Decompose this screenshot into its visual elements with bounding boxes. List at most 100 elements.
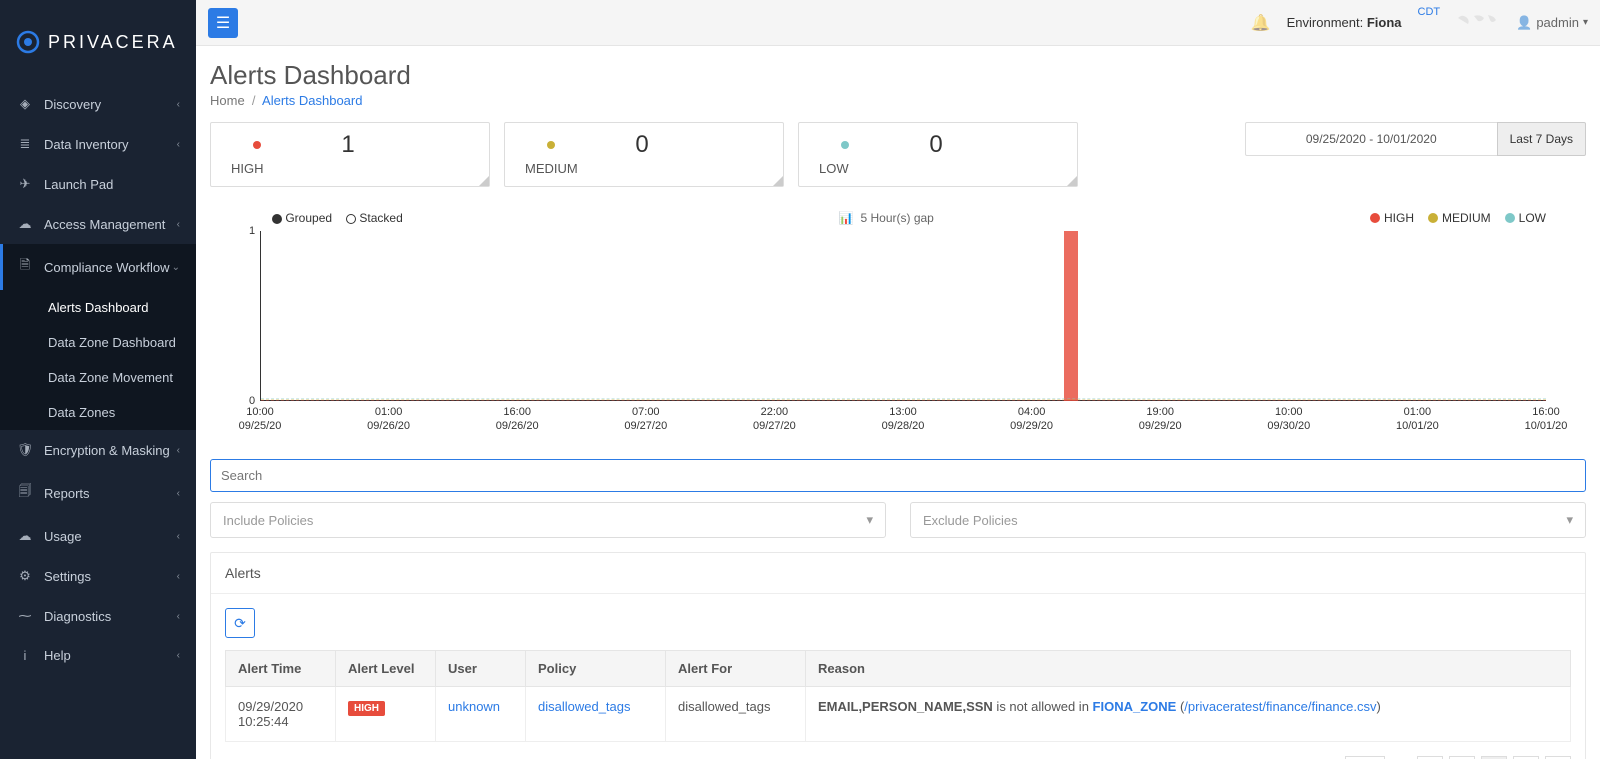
stat-label: LOW bbox=[813, 161, 1063, 176]
cell-policy: disallowed_tags bbox=[526, 687, 666, 742]
chevron-left-icon: ‹ bbox=[177, 219, 180, 230]
col-user[interactable]: User bbox=[436, 651, 526, 687]
legend-medium[interactable]: MEDIUM bbox=[1428, 211, 1491, 225]
chevron-left-icon: ‹ bbox=[177, 139, 180, 150]
nav-diagnostics[interactable]: ⁓Diagnostics‹ bbox=[0, 596, 196, 636]
breadcrumb-current[interactable]: Alerts Dashboard bbox=[262, 93, 362, 108]
cell-reason: EMAIL,PERSON_NAME,SSN is not allowed in … bbox=[806, 687, 1571, 742]
environment-label: Environment: Fiona bbox=[1287, 15, 1402, 30]
x-tick: 01:0010/01/20 bbox=[1396, 405, 1439, 434]
alerts-panel-title: Alerts bbox=[211, 553, 1585, 594]
brand-icon bbox=[16, 30, 40, 54]
caret-down-icon: ▾ bbox=[866, 512, 873, 528]
x-tick: 04:0009/29/20 bbox=[1010, 405, 1053, 434]
policy-link[interactable]: disallowed_tags bbox=[538, 699, 631, 714]
breadcrumb-home[interactable]: Home bbox=[210, 93, 245, 108]
chart-bar bbox=[1064, 231, 1078, 401]
sidebar-toggle-button[interactable]: ☰ bbox=[208, 8, 238, 38]
breadcrumb: Home / Alerts Dashboard bbox=[210, 93, 1586, 108]
date-preset-button[interactable]: Last 7 Days bbox=[1497, 122, 1586, 156]
nav-help[interactable]: iHelp‹ bbox=[0, 636, 196, 675]
stacked-radio[interactable]: Stacked bbox=[346, 211, 403, 225]
sub-alerts-dashboard[interactable]: Alerts Dashboard bbox=[0, 290, 196, 325]
col-alert-time[interactable]: Alert Time bbox=[226, 651, 336, 687]
nav-encryption-masking[interactable]: 🛡Encryption & Masking‹ bbox=[0, 430, 196, 470]
stat-card-medium[interactable]: 0 MEDIUM bbox=[504, 122, 784, 187]
sub-data-zone-dashboard[interactable]: Data Zone Dashboard bbox=[0, 325, 196, 360]
alerts-table: Alert Time Alert Level User Policy Alert… bbox=[225, 650, 1571, 742]
caret-down-icon: ▾ bbox=[1566, 512, 1573, 528]
level-badge: HIGH bbox=[348, 701, 385, 716]
cell-time: 09/29/2020 10:25:44 bbox=[226, 687, 336, 742]
nav-label: Discovery bbox=[44, 97, 101, 112]
x-tick: 16:0010/01/20 bbox=[1525, 405, 1568, 434]
nav-compliance-submenu: Alerts Dashboard Data Zone Dashboard Dat… bbox=[0, 290, 196, 430]
topbar: ☰ 🔔 Environment: Fiona CDT 👤 padmin ▾ bbox=[196, 0, 1600, 46]
stat-value: 0 bbox=[809, 131, 1063, 159]
x-tick: 01:0009/26/20 bbox=[367, 405, 410, 434]
chevron-left-icon: ‹ bbox=[177, 99, 180, 110]
chevron-left-icon: ‹ bbox=[177, 531, 180, 542]
sub-data-zones[interactable]: Data Zones bbox=[0, 395, 196, 430]
stat-label: MEDIUM bbox=[519, 161, 769, 176]
stat-card-high[interactable]: 1 HIGH bbox=[210, 122, 490, 187]
nav-reports[interactable]: 🗐Reports‹ bbox=[0, 470, 196, 516]
user-link[interactable]: unknown bbox=[448, 699, 500, 714]
x-tick: 22:0009/27/20 bbox=[753, 405, 796, 434]
gem-icon: ◈ bbox=[16, 96, 34, 112]
alerts-panel: Alerts ⟳ Alert Time Alert Level User Pol… bbox=[210, 552, 1586, 759]
brand-text: PRIVACERA bbox=[48, 32, 178, 53]
stat-label: HIGH bbox=[225, 161, 475, 176]
stat-value: 0 bbox=[515, 131, 769, 159]
chevron-left-icon: ‹ bbox=[177, 488, 180, 499]
grouped-radio[interactable]: Grouped bbox=[272, 211, 332, 225]
stat-value: 1 bbox=[221, 131, 475, 159]
page-title: Alerts Dashboard bbox=[210, 60, 1586, 91]
cloud-icon: ☁ bbox=[16, 216, 34, 232]
sidebar: PRIVACERA ◈Discovery‹ ≣Data Inventory‹ ✈… bbox=[0, 0, 196, 759]
legend-low[interactable]: LOW bbox=[1505, 211, 1546, 225]
document-icon: 🗎 bbox=[16, 256, 34, 278]
col-policy[interactable]: Policy bbox=[526, 651, 666, 687]
cell-user: unknown bbox=[436, 687, 526, 742]
nav-usage[interactable]: ☁Usage‹ bbox=[0, 516, 196, 556]
table-row: 09/29/2020 10:25:44 HIGH unknown disallo… bbox=[226, 687, 1571, 742]
lock-icon: 🛡 bbox=[16, 442, 34, 458]
nav-settings[interactable]: ⚙Settings‹ bbox=[0, 556, 196, 596]
sidebar-nav: ◈Discovery‹ ≣Data Inventory‹ ✈Launch Pad… bbox=[0, 84, 196, 759]
pulse-icon: ⁓ bbox=[16, 608, 34, 624]
x-tick: 16:0009/26/20 bbox=[496, 405, 539, 434]
chevron-down-icon: ⌄ bbox=[172, 262, 180, 273]
include-policies-select[interactable]: Include Policies▾ bbox=[210, 502, 886, 538]
legend-high[interactable]: HIGH bbox=[1370, 211, 1414, 225]
sub-data-zone-movement[interactable]: Data Zone Movement bbox=[0, 360, 196, 395]
col-alert-for[interactable]: Alert For bbox=[666, 651, 806, 687]
nav-label: Data Inventory bbox=[44, 137, 129, 152]
user-menu[interactable]: 👤 padmin ▾ bbox=[1516, 15, 1588, 31]
search-input[interactable] bbox=[210, 459, 1586, 492]
nav-access-management[interactable]: ☁Access Management‹ bbox=[0, 204, 196, 244]
chart-container: Grouped Stacked 📊 5 Hour(s) gap HIGH MED… bbox=[210, 211, 1586, 443]
chevron-left-icon: ‹ bbox=[177, 571, 180, 582]
nav-data-inventory[interactable]: ≣Data Inventory‹ bbox=[0, 124, 196, 164]
chart-gap-label: 5 Hour(s) gap bbox=[860, 211, 933, 225]
x-tick: 10:0009/30/20 bbox=[1267, 405, 1310, 434]
info-icon: i bbox=[16, 648, 34, 663]
path-link[interactable]: /privaceratest/finance/finance.csv bbox=[1184, 699, 1376, 714]
caret-down-icon: ▾ bbox=[1583, 17, 1588, 28]
cell-level: HIGH bbox=[336, 687, 436, 742]
cell-alert-for: disallowed_tags bbox=[666, 687, 806, 742]
col-alert-level[interactable]: Alert Level bbox=[336, 651, 436, 687]
nav-compliance-workflow[interactable]: 🗎Compliance Workflow⌄ bbox=[0, 244, 196, 290]
chart-plot: 1 0 bbox=[260, 231, 1546, 401]
nav-discovery[interactable]: ◈ Discovery ‹ bbox=[0, 84, 196, 124]
exclude-policies-select[interactable]: Exclude Policies▾ bbox=[910, 502, 1586, 538]
refresh-button[interactable]: ⟳ bbox=[225, 608, 255, 638]
stat-card-low[interactable]: 0 LOW bbox=[798, 122, 1078, 187]
date-range-input[interactable]: 09/25/2020 - 10/01/2020 bbox=[1245, 122, 1498, 156]
bell-icon[interactable]: 🔔 bbox=[1251, 13, 1271, 33]
user-icon: 👤 bbox=[1516, 15, 1532, 31]
col-reason[interactable]: Reason bbox=[806, 651, 1571, 687]
nav-launch-pad[interactable]: ✈Launch Pad bbox=[0, 164, 196, 204]
nav-label: Launch Pad bbox=[44, 177, 113, 192]
